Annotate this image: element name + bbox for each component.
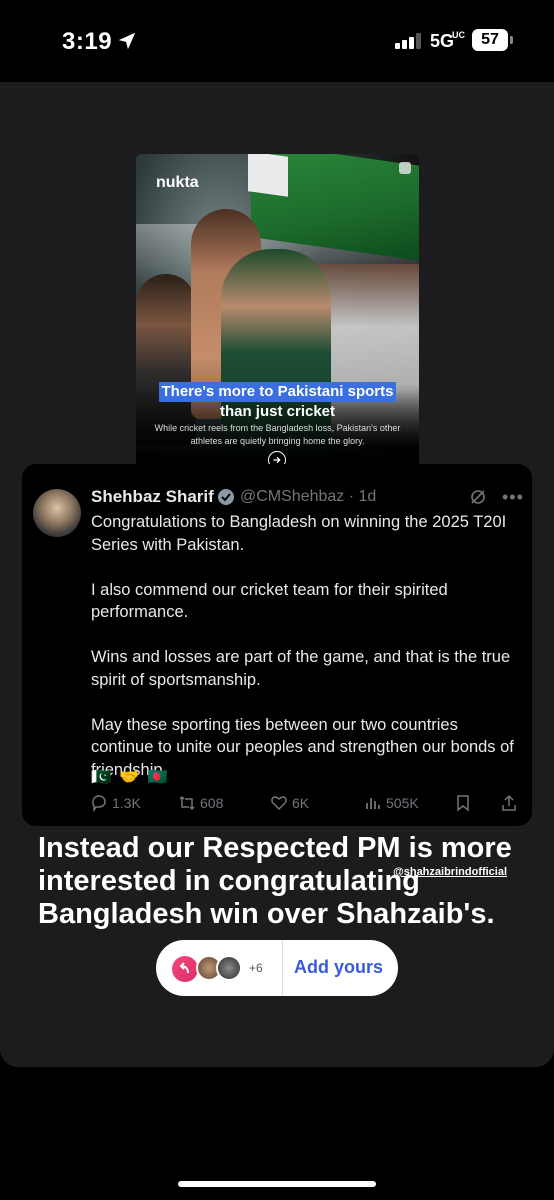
share-icon [502, 794, 516, 811]
reply-button[interactable]: 1.3K [90, 794, 141, 812]
avatar[interactable] [33, 489, 81, 537]
more-options-icon[interactable]: ••• [502, 487, 524, 508]
battery-tip [510, 36, 513, 44]
like-button[interactable]: 6K [270, 794, 309, 812]
tweet-emoji: 🇵🇰 🤝 🇧🇩 [91, 769, 170, 786]
share-button[interactable] [500, 794, 522, 812]
battery-icon: 57 [472, 29, 508, 51]
views-button[interactable]: 505K [364, 794, 419, 812]
participant-count: +6 [249, 961, 263, 975]
bookmark-icon [457, 795, 469, 812]
tweet-text: Congratulations to Bangladesh on winning… [91, 513, 514, 779]
story-caption: Instead our Respected PM is more interes… [38, 832, 512, 930]
tweet-handle[interactable]: @CMShehbaz · 1d [240, 488, 376, 506]
views-count: 505K [386, 795, 419, 811]
bookmark-button[interactable] [454, 794, 476, 812]
views-chart-icon [366, 798, 380, 809]
participant-avatar [216, 955, 242, 981]
grok-icon[interactable] [469, 488, 487, 506]
add-yours-sticker[interactable]: +6 Add yours [156, 940, 398, 996]
location-arrow-icon [118, 32, 136, 50]
network-type: 5G [430, 31, 455, 51]
like-count: 6K [292, 795, 310, 811]
reply-count: 1.3K [112, 795, 141, 811]
story-card[interactable]: nukta There's more to Pakistani sports t… [0, 82, 554, 1067]
article-headline: There's more to Pakistani sports than ju… [136, 382, 419, 422]
user-mention[interactable]: @shahzaibrindofficial [393, 866, 507, 878]
sticker-divider [282, 940, 283, 996]
nukta-logo: nukta [156, 174, 199, 191]
reply-icon [92, 795, 106, 812]
article-subtext: While cricket reels from the Bangladesh … [154, 423, 401, 446]
clock: 3:19 [62, 28, 113, 55]
headline-line-2: than just cricket [219, 403, 336, 420]
retweet-button[interactable]: 608 [178, 794, 223, 812]
heart-icon [271, 796, 287, 811]
verified-badge-icon [218, 489, 234, 505]
home-indicator[interactable] [178, 1181, 376, 1187]
retweet-icon [179, 795, 195, 811]
network-subtype: UC [452, 30, 465, 40]
tweet-card[interactable]: Shehbaz Sharif @CMShehbaz · 1d ••• Congr… [22, 464, 532, 826]
corner-icon [399, 162, 411, 174]
headline-line-1: There's more to Pakistani sports [158, 382, 397, 402]
retweet-count: 608 [200, 795, 224, 811]
flag-white-band [248, 154, 288, 197]
tweet-author-name[interactable]: Shehbaz Sharif [91, 487, 214, 507]
cellular-signal-icon [395, 33, 421, 49]
reply-arrow-icon [172, 956, 198, 982]
tweet-actions: 1.3K 608 6K 505K [90, 794, 520, 816]
add-yours-button[interactable]: Add yours [294, 957, 383, 978]
status-bar: 3:19 5G UC 57 [0, 0, 554, 80]
